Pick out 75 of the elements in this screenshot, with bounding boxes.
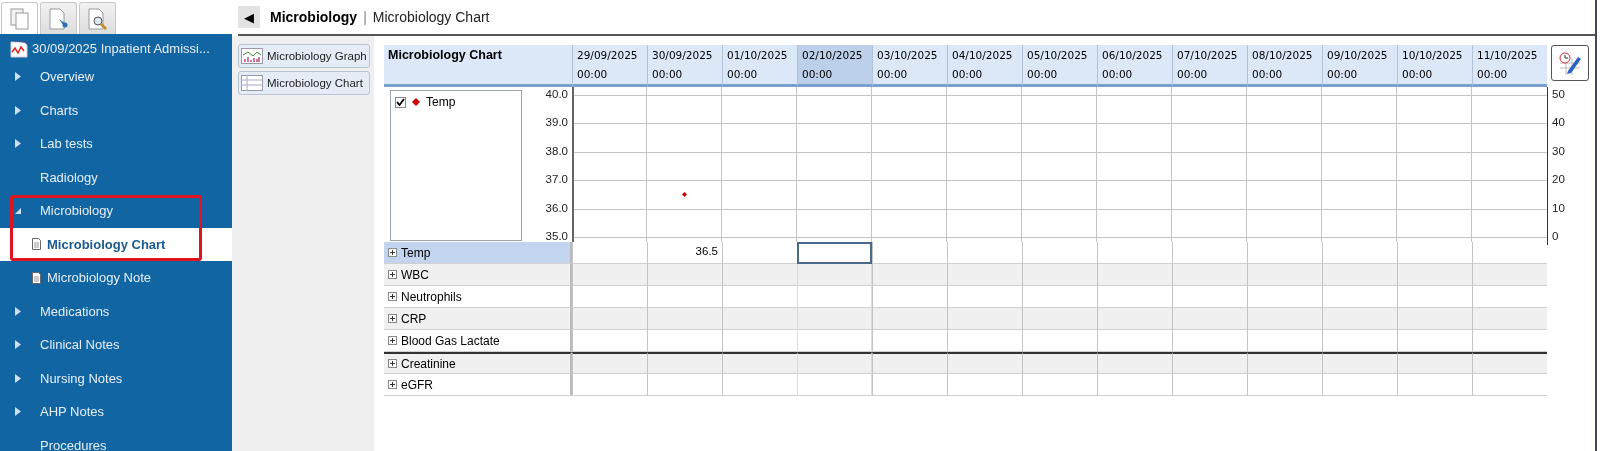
expand-icon — [388, 292, 397, 301]
axis-label: 0 — [1552, 230, 1559, 242]
row-header[interactable]: eGFR — [384, 374, 572, 396]
axis-label: 10 — [1552, 201, 1565, 214]
column-header[interactable]: 08/10/2025 00:00 — [1247, 45, 1322, 87]
sidebar-item[interactable]: Procedures — [0, 428, 232, 451]
row-header[interactable]: Creatinine — [384, 352, 572, 374]
sidebar-item[interactable]: Overview — [0, 60, 232, 94]
axis-label: 30 — [1552, 144, 1565, 157]
view-button[interactable]: Microbiology Chart — [238, 71, 370, 95]
sidebar-item[interactable]: Charts — [0, 93, 232, 127]
documents-icon — [7, 7, 32, 31]
axis-label: 37.0 — [545, 173, 568, 186]
page-subtitle: Microbiology Chart — [372, 9, 490, 25]
sidebar-item[interactable]: Medications — [0, 294, 232, 328]
panel-tab[interactable] — [79, 2, 116, 35]
row-header[interactable]: Neutrophils — [384, 286, 572, 308]
row-header[interactable]: WBC — [384, 264, 572, 286]
chart-edit-button[interactable] — [1551, 45, 1589, 81]
line-graph-icon — [241, 48, 263, 64]
expand-icon — [388, 270, 397, 279]
axis-label: 40 — [1552, 116, 1565, 129]
document-icon — [32, 238, 41, 251]
axis-label: 38.0 — [545, 144, 568, 157]
admission-title[interactable]: 30/09/2025 Inpatient Admissi... — [32, 40, 210, 56]
sidebar-item[interactable]: Nursing Notes — [0, 361, 232, 395]
column-header[interactable]: 29/09/2025 00:00 — [572, 45, 647, 87]
axis-label: 35.0 — [545, 230, 568, 242]
column-header[interactable]: 10/10/2025 00:00 — [1397, 45, 1472, 87]
title-separator: | — [363, 9, 367, 25]
chart-document-icon — [9, 38, 29, 58]
panel-tab[interactable] — [1, 2, 38, 35]
axis-label: 39.0 — [545, 116, 568, 129]
column-header[interactable]: 07/10/2025 00:00 — [1172, 45, 1247, 87]
axis-label: 36.0 — [545, 201, 568, 214]
sidebar-item[interactable]: Clinical Notes — [0, 328, 232, 362]
clock-pen-icon — [1558, 51, 1582, 75]
panel-tab[interactable] — [40, 2, 77, 35]
check-icon — [396, 98, 405, 106]
sidebar-subitem[interactable]: Microbiology Chart — [0, 227, 232, 261]
view-button[interactable]: Microbiology Graph — [238, 44, 370, 68]
column-header[interactable]: 09/10/2025 00:00 — [1322, 45, 1397, 87]
legend-marker — [412, 98, 420, 106]
sidebar-item[interactable]: AHP Notes — [0, 395, 232, 429]
expand-icon — [388, 380, 397, 389]
axis-label: 50 — [1552, 88, 1565, 100]
column-header[interactable]: 03/10/2025 00:00 — [872, 45, 947, 87]
back-button[interactable]: ◀ — [238, 6, 260, 28]
page-title: Microbiology — [270, 9, 358, 25]
sidebar-subitem[interactable]: Microbiology Note — [0, 261, 232, 295]
expand-icon — [388, 248, 397, 257]
chart-title: Microbiology Chart — [384, 45, 572, 87]
sidebar-item[interactable]: Microbiology — [0, 194, 232, 228]
document-icon — [32, 271, 41, 284]
column-header[interactable]: 11/10/2025 00:00 — [1472, 45, 1547, 87]
axis-label: 40.0 — [545, 88, 568, 100]
column-header[interactable]: 30/09/2025 00:00 — [647, 45, 722, 87]
column-header[interactable]: 01/10/2025 00:00 — [722, 45, 797, 87]
column-header[interactable]: 06/10/2025 00:00 — [1097, 45, 1172, 87]
column-header[interactable]: 05/10/2025 00:00 — [1022, 45, 1097, 87]
sidebar-item[interactable]: Radiology — [0, 160, 232, 194]
legend-label: Temp — [426, 95, 456, 109]
column-header[interactable]: 02/10/2025 00:00 — [797, 45, 872, 87]
row-header[interactable]: CRP — [384, 308, 572, 330]
column-header[interactable]: 04/10/2025 00:00 — [947, 45, 1022, 87]
row-header[interactable]: Blood Gas Lactate — [384, 330, 572, 352]
expand-icon — [388, 336, 397, 345]
table-icon — [241, 75, 263, 91]
expand-icon — [388, 359, 397, 368]
checkbox[interactable] — [395, 96, 406, 108]
table-cell: 36.5 — [647, 242, 722, 264]
expand-icon — [388, 314, 397, 323]
row-header[interactable]: Temp — [384, 242, 572, 264]
axis-label: 20 — [1552, 173, 1565, 186]
sidebar-item[interactable]: Lab tests — [0, 127, 232, 161]
